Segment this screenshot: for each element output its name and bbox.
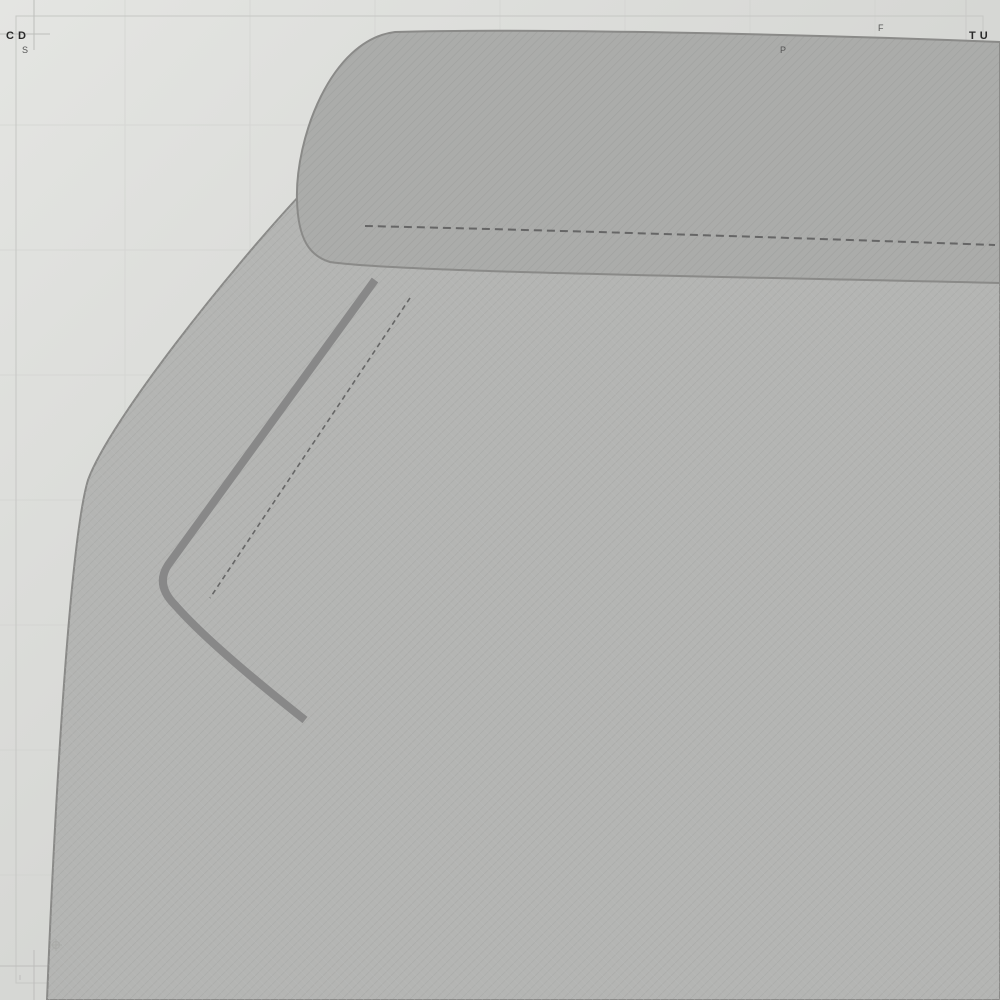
center-sublabel: P (780, 45, 787, 55)
garment-illustration (0, 0, 1000, 1000)
corner-sublabel-top-right: F (878, 23, 884, 33)
corner-label-top-left: C D (6, 30, 27, 42)
garment-collar (295, 29, 1000, 285)
corner-sublabel-top-left: S (22, 45, 29, 55)
pattern-canvas: C D S T U P F (0, 0, 1000, 1000)
corner-label-top-right: T U (969, 30, 989, 42)
